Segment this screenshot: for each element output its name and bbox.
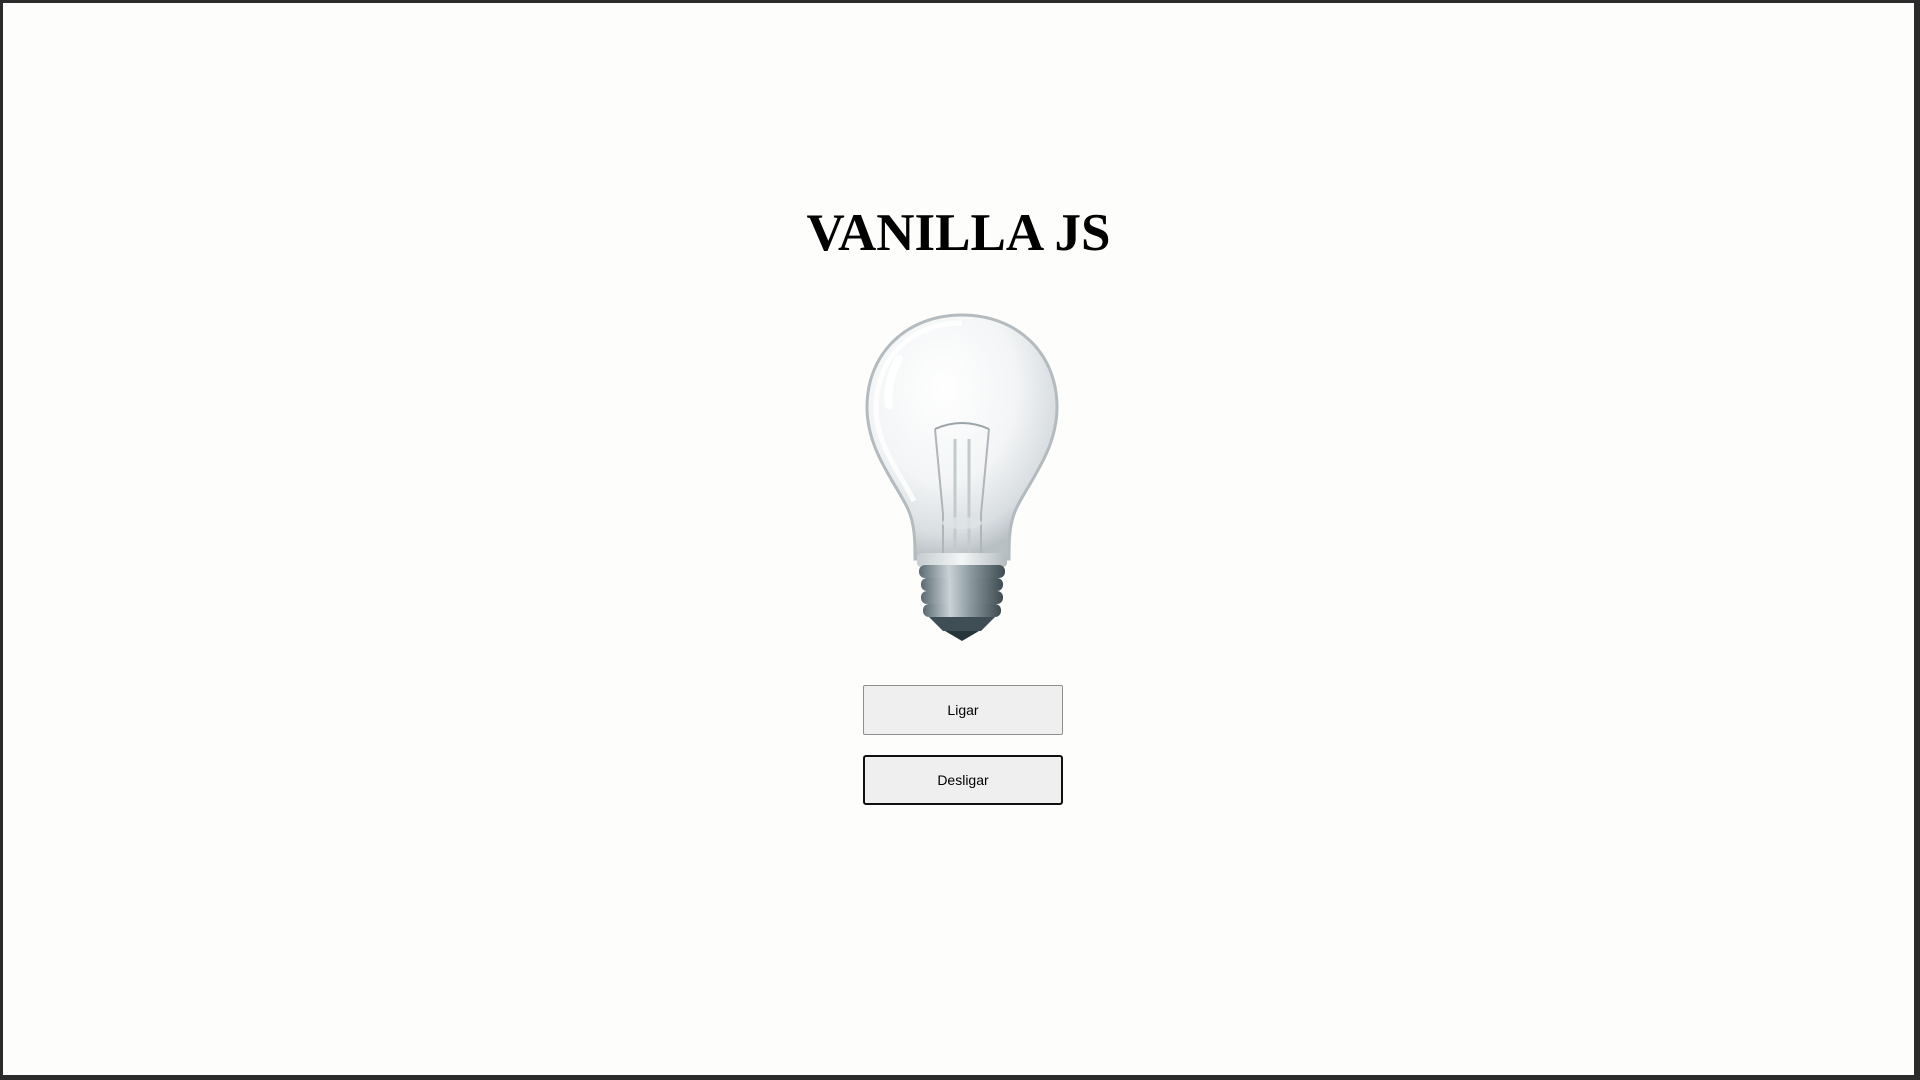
turn-on-button[interactable]: Ligar [863,685,1063,735]
turn-off-button[interactable]: Desligar [863,755,1063,805]
lightbulb-icon [859,309,1065,645]
page-canvas: VANILLA JS Ligar Desligar [3,3,1914,1075]
page-title: VANILLA JS [806,204,1111,262]
